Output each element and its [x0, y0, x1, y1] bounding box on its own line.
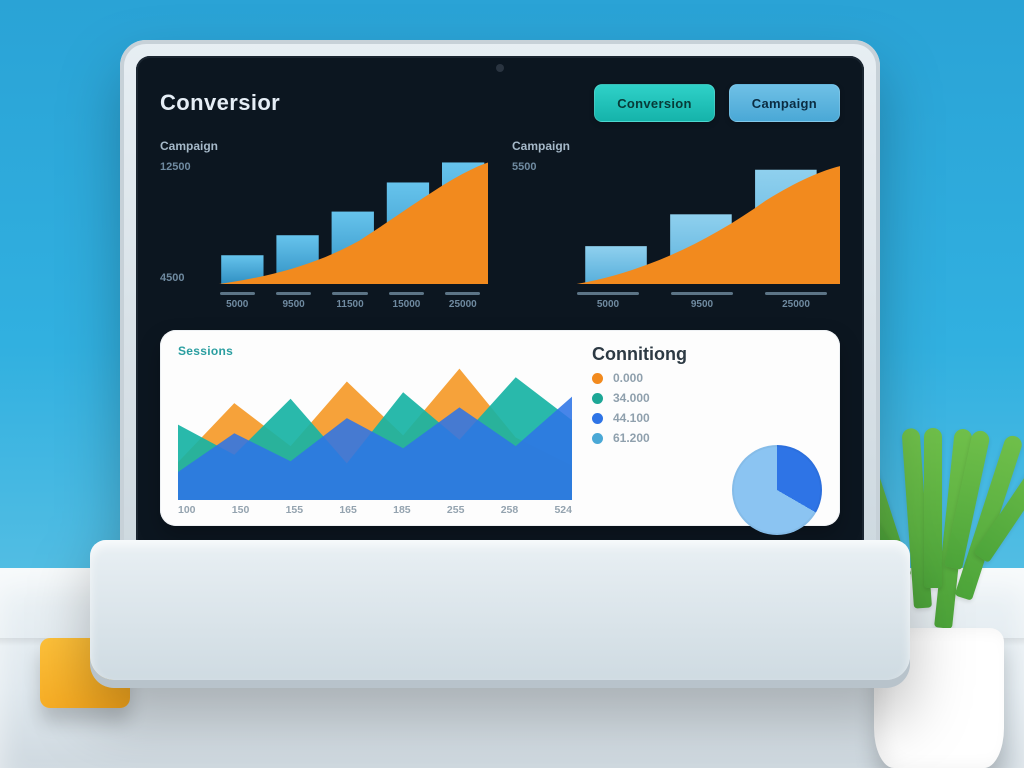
panel-left-label: Campaign — [160, 139, 488, 153]
legend-dot-icon — [592, 433, 603, 444]
x-tick: 5000 — [212, 299, 262, 310]
sessions-plot — [178, 360, 572, 500]
webcam-icon — [496, 64, 504, 72]
x-tick: 100 — [178, 504, 196, 516]
x-tick: 165 — [339, 504, 357, 516]
panel-right-x-ticks: 5000 9500 25000 — [564, 292, 840, 314]
panel-left-y-ticks: 12500 4500 — [160, 161, 206, 284]
x-tick: 258 — [501, 504, 519, 516]
panel-left-plot — [212, 157, 488, 284]
app-title: Conversior — [160, 90, 280, 116]
legend-item: 34.000 — [592, 391, 822, 405]
y-tick: 12500 — [160, 161, 206, 173]
y-tick: 4500 — [160, 272, 206, 284]
x-tick: 9500 — [658, 299, 746, 310]
legend-label: 34.000 — [613, 391, 650, 405]
x-tick: 25000 — [752, 299, 840, 310]
legend-dot-icon — [592, 413, 603, 424]
laptop-base — [90, 540, 910, 680]
pie-icon — [732, 445, 822, 535]
x-tick: 155 — [286, 504, 304, 516]
x-tick: 9500 — [268, 299, 318, 310]
legend: 0.000 34.000 44.100 — [592, 371, 822, 445]
legend-label: 44.100 — [613, 411, 650, 425]
legend-item: 0.000 — [592, 371, 822, 385]
panel-right-y-ticks: 5500 — [512, 161, 558, 284]
x-tick: 11500 — [325, 299, 375, 310]
panel-right-plot — [564, 157, 840, 284]
sessions-x-ticks: 100 150 155 165 185 255 258 524 — [178, 504, 572, 516]
legend-dot-icon — [592, 393, 603, 404]
scene-background: Conversior Conversion Campaign Campaign … — [0, 0, 1024, 768]
legend-item: 61.200 — [592, 431, 822, 445]
sessions-title: Sessions — [178, 344, 572, 358]
pie-chart — [732, 445, 822, 535]
sessions-card: Sessions 100 150 — [160, 330, 840, 526]
legend-label: 0.000 — [613, 371, 643, 385]
dashboard-screen: Conversior Conversion Campaign Campaign … — [160, 80, 840, 526]
summary-panels: Campaign 12500 4500 — [160, 139, 840, 318]
panel-campaign-left: Campaign 12500 4500 — [160, 139, 488, 318]
tab-campaign[interactable]: Campaign — [729, 84, 840, 122]
y-tick: 5500 — [512, 161, 558, 173]
x-tick: 5000 — [564, 299, 652, 310]
x-tick: 524 — [554, 504, 572, 516]
laptop: Conversior Conversion Campaign Campaign … — [90, 40, 910, 680]
tab-conversion[interactable]: Conversion — [594, 84, 715, 122]
x-tick: 150 — [232, 504, 250, 516]
panel-left-x-ticks: 5000 9500 11500 15000 25000 — [212, 292, 488, 314]
x-tick: 15000 — [381, 299, 431, 310]
x-tick: 25000 — [438, 299, 488, 310]
top-bar: Conversior Conversion Campaign — [160, 80, 840, 127]
legend-dot-icon — [592, 373, 603, 384]
legend-label: 61.200 — [613, 431, 650, 445]
x-tick: 185 — [393, 504, 411, 516]
right-title: Connitiong — [592, 344, 822, 365]
sessions-right: Connitiong 0.000 34.000 — [592, 344, 822, 516]
x-tick: 255 — [447, 504, 465, 516]
legend-item: 44.100 — [592, 411, 822, 425]
panel-right-label: Campaign — [512, 139, 840, 153]
panel-campaign-right: Campaign 5500 — [512, 139, 840, 318]
sessions-left: Sessions 100 150 — [178, 344, 572, 516]
